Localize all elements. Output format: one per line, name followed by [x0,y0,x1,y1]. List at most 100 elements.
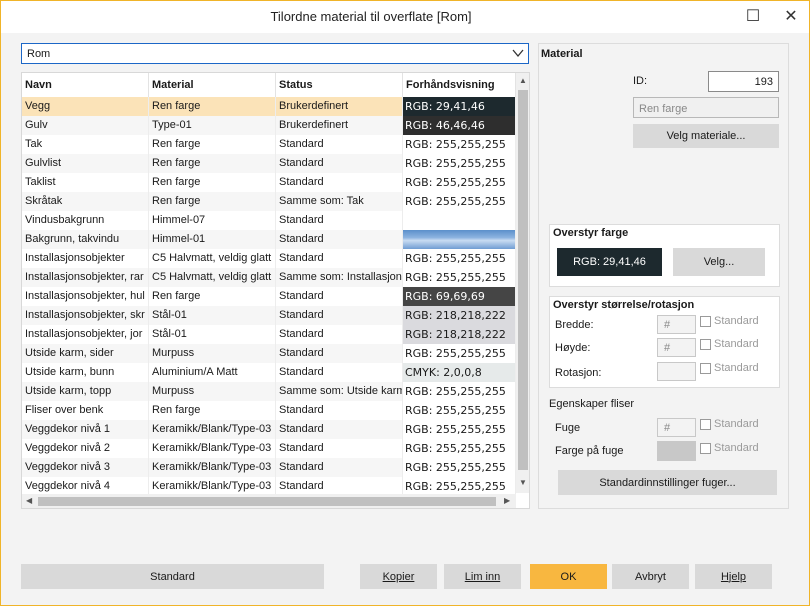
help-button[interactable]: Hjelp [695,564,772,589]
joint-color-swatch[interactable] [657,441,696,461]
cell-material: Ren farge [149,287,276,306]
cell-status: Standard [276,401,403,420]
cell-name: Veggdekor nivå 1 [22,420,149,439]
id-label: ID: [633,75,648,87]
choose-color-button[interactable]: Velg... [673,248,765,276]
table-row[interactable]: Gulvlist Ren farge Standard RGB: 255,255,25… [22,154,516,173]
close-icon[interactable]: ✕ [771,1,810,31]
cell-name: Installasjonsobjekter [22,249,149,268]
rotation-field[interactable] [657,362,696,381]
cell-name: Utside karm, sider [22,344,149,363]
tiles-heading: Egenskaper fliser [549,398,634,410]
cell-preview: RGB: 218,218,222 [403,325,516,344]
cancel-button[interactable]: Avbryt [612,564,689,589]
copy-button[interactable]: Kopier [360,564,437,589]
scroll-left-icon[interactable]: ◀ [26,496,32,505]
override-color-group: Overstyr farge RGB: 29,41,46 Velg... [549,224,780,287]
cell-preview: RGB: 255,255,255 [403,268,516,287]
override-color-heading: Overstyr farge [553,227,629,239]
height-standard-checkbox[interactable] [700,339,711,350]
joint-defaults-button[interactable]: Standardinnstillinger fuger... [558,470,777,495]
table-row[interactable]: Installasjonsobjekter C5 Halvmatt, veldig… [22,249,516,268]
vertical-scrollbar[interactable]: ▲ ▼ [516,73,529,493]
cell-preview [403,211,516,230]
joint-standard-checkbox[interactable] [700,419,711,430]
table-row[interactable]: Installasjonsobjekter, skr Stål-01 Standar… [22,306,516,325]
cell-preview: RGB: 255,255,255 [403,382,516,401]
joint-color-standard-label: Standard [714,442,759,454]
table-row[interactable]: Utside karm, bunn Aluminium/A Matt Standar… [22,363,516,382]
cell-status: Samme som: Tak [276,192,403,211]
cell-status: Brukerdefinert [276,97,403,116]
choose-material-button[interactable]: Velg materiale... [633,124,779,148]
cell-name: Tak [22,135,149,154]
paste-button[interactable]: Lim inn [444,564,521,589]
table-row[interactable]: Utside karm, topp Murpuss Samme som: Utsid… [22,382,516,401]
cell-preview: RGB: 255,255,255 [403,344,516,363]
cell-status: Brukerdefinert [276,116,403,135]
dropdown-value: Rom [27,48,51,60]
cell-name: Gulvlist [22,154,149,173]
table-row[interactable]: Fliser over benk Ren farge Standard RGB: 25… [22,401,516,420]
table-row[interactable]: Taklist Ren farge Standard RGB: 255,255,255 [22,173,516,192]
maximize-icon[interactable]: ☐ [733,1,773,31]
column-header-preview[interactable]: Forhåndsvisning [403,73,516,97]
cell-status: Samme som: Installasjon [276,268,403,287]
copy-label: Kopier [382,570,415,583]
column-header-material[interactable]: Material [149,73,276,97]
rotation-standard-checkbox[interactable] [700,363,711,374]
joint-color-standard-checkbox[interactable] [700,443,711,454]
cell-material: C5 Halvmatt, veldig glatt [149,249,276,268]
height-label: Høyde: [555,342,591,354]
joint-field[interactable]: # [657,418,696,437]
cell-name: Gulv [22,116,149,135]
standard-label: Standard [150,570,195,583]
scroll-down-icon[interactable]: ▼ [519,478,527,487]
cell-material: Keramikk/Blank/Type-03 [149,458,276,477]
cell-status: Standard [276,211,403,230]
material-id-field[interactable]: 193 [708,71,779,92]
standard-button[interactable]: Standard [21,564,324,589]
table-row[interactable]: Tak Ren farge Standard RGB: 255,255,255 [22,135,516,154]
scroll-right-icon[interactable]: ▶ [504,496,510,505]
cell-status: Standard [276,154,403,173]
cell-name: Fliser over benk [22,401,149,420]
vertical-scroll-thumb[interactable] [518,90,528,470]
width-field[interactable]: # [657,315,696,334]
title-bar: Tilordne material til overflate [Rom] ☐ … [1,1,809,33]
table-row[interactable]: Bakgrunn, takvindu Himmel-01 Standard [22,230,516,249]
table-row[interactable]: Installasjonsobjekter, jor Stål-01 Standar… [22,325,516,344]
cell-status: Standard [276,230,403,249]
override-size-heading: Overstyr størrelse/rotasjon [553,299,695,311]
table-row[interactable]: Skråtak Ren farge Samme som: Tak RGB: 255,2… [22,192,516,211]
cell-preview: RGB: 29,41,46 [403,97,516,116]
cell-material: Himmel-01 [149,230,276,249]
table-row[interactable]: Vindusbakgrunn Himmel-07 Standard [22,211,516,230]
joint-label: Fuge [555,422,581,434]
table-row[interactable]: Veggdekor nivå 1 Keramikk/Blank/Type-03 St… [22,420,516,439]
table-row[interactable]: Installasjonsobjekter, rar C5 Halvmatt, v… [22,268,516,287]
table-row[interactable]: Gulv Type-01 Brukerdefinert RGB: 46,46,46 [22,116,516,135]
surface-group-dropdown[interactable]: Rom [21,43,529,64]
cell-preview: RGB: 69,69,69 [403,287,516,306]
color-swatch-label: RGB: 29,41,46 [573,256,646,268]
height-field[interactable]: # [657,338,696,357]
table-row[interactable]: Installasjonsobjekter, hul Ren farge Stand… [22,287,516,306]
table-row[interactable]: Veggdekor nivå 2 Keramikk/Blank/Type-03 St… [22,439,516,458]
table-row[interactable]: Vegg Ren farge Brukerdefinert RGB: 29,41,46 [22,97,516,116]
table-row[interactable]: Veggdekor nivå 3 Keramikk/Blank/Type-03 St… [22,458,516,477]
horizontal-scroll-thumb[interactable] [38,497,496,506]
column-header-name[interactable]: Navn [22,73,149,97]
cell-status: Standard [276,249,403,268]
column-header-status[interactable]: Status [276,73,403,97]
scroll-up-icon[interactable]: ▲ [519,76,527,85]
material-name-field: Ren farge [633,97,779,118]
table-row[interactable]: Utside karm, sider Murpuss Standard RGB: 25… [22,344,516,363]
joint-color-label: Farge på fuge [555,445,624,457]
ok-button[interactable]: OK [530,564,607,589]
cell-status: Standard [276,344,403,363]
width-standard-checkbox[interactable] [700,316,711,327]
horizontal-scrollbar[interactable]: ◀ ▶ [22,494,516,508]
cell-name: Veggdekor nivå 2 [22,439,149,458]
cell-material: Stål-01 [149,325,276,344]
